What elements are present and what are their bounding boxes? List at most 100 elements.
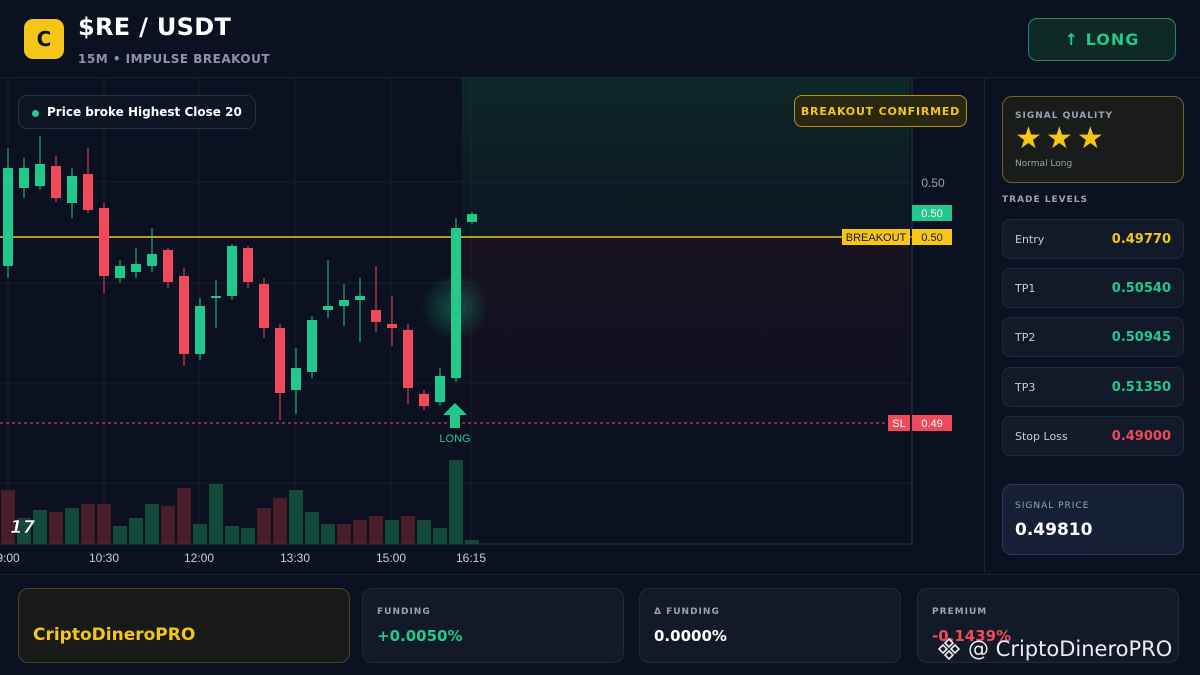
trade-level-value: 0.50945 — [1111, 330, 1171, 345]
volume-bar — [433, 528, 447, 544]
trade-level-label: Entry — [1015, 233, 1045, 246]
app-logo: C — [24, 19, 64, 59]
candle-body — [371, 310, 381, 322]
price-chart[interactable]: LONG 0.50 0.50 BREAKOUT 0.50 SL 0.49 9:0… — [0, 78, 985, 573]
candle-body — [387, 324, 397, 328]
strategy-subtitle: 15M • IMPULSE BREAKOUT — [78, 52, 271, 66]
volume-bar — [257, 508, 271, 544]
trade-level-tp2: TP2 0.50945 — [1002, 317, 1184, 357]
star-icon: ★ — [1045, 121, 1073, 156]
volume-bar — [449, 460, 463, 544]
candle-body — [419, 394, 429, 406]
signal-quality-card: SIGNAL QUALITY ★ ★ ★ Normal Long — [1002, 96, 1184, 183]
candlestick-chart-svg[interactable]: LONG 0.50 0.50 BREAKOUT 0.50 SL 0.49 9:0… — [0, 78, 985, 573]
candle-body — [211, 296, 221, 298]
volume-bar — [97, 504, 111, 544]
funding-label: FUNDING — [377, 607, 431, 617]
candle-body — [51, 166, 61, 198]
trade-level-label: TP2 — [1015, 331, 1036, 344]
sl-tag-label: SL — [892, 418, 905, 430]
signal-sidebar: SIGNAL QUALITY ★ ★ ★ Normal Long TRADE LEV… — [986, 78, 1200, 573]
watermark-text: @ CriptoDineroPRO — [968, 637, 1173, 661]
candle-body — [355, 296, 365, 300]
trade-level-tp3: TP3 0.51350 — [1002, 367, 1184, 407]
page-title: $RE / USDT — [78, 13, 232, 41]
trade-level-tp1: TP1 0.50540 — [1002, 268, 1184, 308]
sl-price-value: 0.49 — [921, 418, 942, 430]
candle-body — [115, 266, 125, 278]
breakout-confirmed-badge: BREAKOUT CONFIRMED — [794, 95, 967, 127]
volume-bar — [145, 504, 159, 544]
brand-card: CriptoDineroPRO — [18, 588, 350, 663]
signal-quality-subtitle: Normal Long — [1015, 159, 1073, 169]
funding-value: +0.0050% — [377, 627, 463, 645]
time-axis: 9:00 10:30 12:00 13:30 15:00 16:15 — [0, 551, 486, 565]
volume-bar — [401, 516, 415, 544]
price-axis-label: 0.50 — [921, 176, 945, 190]
binance-icon — [937, 637, 961, 661]
volume-bar — [161, 506, 175, 544]
candle-body — [467, 214, 477, 222]
candle-body — [67, 176, 77, 203]
brand-name: CriptoDineroPRO — [33, 625, 196, 645]
time-axis-label: 10:30 — [89, 551, 119, 565]
trade-level-label: Stop Loss — [1015, 430, 1068, 443]
time-axis-label: 9:00 — [0, 551, 20, 565]
signal-quality-title: SIGNAL QUALITY — [1015, 111, 1113, 121]
breakout-info-text: Price broke Highest Close 20 — [47, 105, 242, 119]
volume-bar — [33, 510, 47, 544]
volume-bar — [193, 524, 207, 544]
funding-card: FUNDING +0.0050% — [362, 588, 624, 663]
volume-bar — [113, 526, 127, 544]
trade-level-value: 0.51350 — [1111, 380, 1171, 395]
trade-level-stop-loss: Stop Loss 0.49000 — [1002, 416, 1184, 456]
candle-body — [291, 368, 301, 390]
volume-bar — [305, 512, 319, 544]
signal-price-value: 0.49810 — [1015, 520, 1093, 540]
volume-bar — [337, 524, 351, 544]
candle-body — [275, 328, 285, 393]
tradingview-logo: 17 — [10, 517, 36, 538]
candle-body — [323, 306, 333, 310]
candle-body — [307, 320, 317, 372]
star-icon: ★ — [1076, 121, 1104, 156]
trade-level-value: 0.49000 — [1111, 429, 1171, 444]
candle-body — [243, 248, 253, 282]
candle-body — [227, 246, 237, 296]
star-icon: ★ — [1015, 121, 1042, 156]
current-price-value: 0.50 — [921, 208, 942, 220]
time-axis-label: 12:00 — [184, 551, 214, 565]
candle-body — [259, 284, 269, 328]
quality-stars: ★ ★ ★ — [1015, 124, 1104, 154]
time-axis-label: 15:00 — [376, 551, 406, 565]
candle-body — [3, 168, 13, 266]
candle-body — [83, 174, 93, 210]
candle-body — [147, 254, 157, 266]
candle-body — [435, 376, 445, 402]
signal-price-card: SIGNAL PRICE 0.49810 — [1002, 484, 1184, 555]
long-direction-button[interactable]: ↑ LONG — [1028, 18, 1176, 61]
delta-funding-value: 0.0000% — [654, 627, 727, 645]
status-dot-icon — [32, 110, 39, 117]
candles — [3, 136, 477, 420]
candle-body — [99, 208, 109, 276]
breakout-tag-label: BREAKOUT — [846, 232, 907, 244]
delta-funding-card: Δ FUNDING 0.0000% — [639, 588, 901, 663]
candle-body — [195, 306, 205, 354]
breakout-info-badge: Price broke Highest Close 20 — [18, 95, 256, 129]
volume-bar — [321, 524, 335, 544]
delta-funding-label: Δ FUNDING — [654, 607, 720, 617]
footer: CriptoDineroPRO FUNDING +0.0050% Δ FUNDI… — [0, 574, 1200, 675]
candle-body — [451, 228, 461, 378]
candle-body — [179, 276, 189, 354]
trade-level-label: TP3 — [1015, 381, 1036, 394]
volume-bar — [241, 528, 255, 544]
volume-bar — [353, 520, 367, 544]
volume-bar — [385, 520, 399, 544]
volume-bar — [209, 484, 223, 544]
volume-bar — [49, 512, 63, 544]
breakout-price-value: 0.50 — [921, 232, 942, 244]
candle-body — [403, 330, 413, 388]
sl-zone — [462, 236, 910, 423]
header: C $RE / USDT 15M • IMPULSE BREAKOUT ↑ LO… — [0, 0, 1200, 78]
